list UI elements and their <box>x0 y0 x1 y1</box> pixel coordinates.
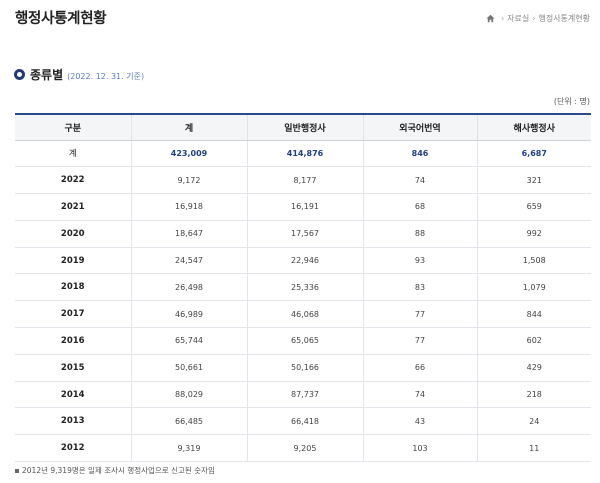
unit-label: (단위 : 명) <box>553 97 590 106</box>
table-cell: 844 <box>476 300 591 329</box>
footnote: 2012년 9,319명은 일제 조사시 행정사업으로 신고된 숫자임 <box>15 465 215 476</box>
table-cell: 2019 <box>15 247 131 275</box>
column-header-translation: 외국어번역 <box>362 113 477 141</box>
table-cell: 992 <box>476 220 591 248</box>
table-cell: 2017 <box>15 300 131 329</box>
table-cell: 2018 <box>15 273 131 302</box>
square-bullet-icon <box>15 468 19 473</box>
chevron-right-icon: › <box>500 14 505 23</box>
breadcrumb: › 자료실 › 행정사통계현황 <box>486 13 590 24</box>
table-cell: 77 <box>362 300 477 329</box>
table-cell: 1,508 <box>476 247 591 275</box>
column-header-maritime: 해사행정사 <box>476 113 591 141</box>
stats-table: 구분 계 일반행정사 외국어번역 해사행정사 계 423,009 414,876… <box>15 113 591 463</box>
table-row: 2013 66,485 66,418 43 24 <box>15 407 591 436</box>
table-cell: 46,068 <box>246 300 363 329</box>
table-cell: 2021 <box>15 193 131 221</box>
table-row: 2015 50,661 50,166 66 429 <box>15 354 591 382</box>
table-cell: 2013 <box>15 407 131 436</box>
table-cell: 22,946 <box>246 247 363 275</box>
table-cell: 103 <box>362 434 477 463</box>
table-cell: 66,418 <box>246 407 363 436</box>
column-header-total: 계 <box>130 113 247 141</box>
table-cell: 2014 <box>15 381 131 409</box>
table-cell: 74 <box>362 166 477 195</box>
table-cell: 2020 <box>15 220 131 248</box>
column-header-category: 구분 <box>15 113 131 141</box>
table-cell: 74 <box>362 381 477 409</box>
table-cell: 24 <box>476 407 591 436</box>
table-cell: 9,319 <box>130 434 247 463</box>
section-date: (2022. 12. 31. 기준) <box>67 72 145 81</box>
table-cell: 18,647 <box>130 220 247 248</box>
table-cell: 2016 <box>15 327 131 355</box>
ring-bullet-icon <box>14 69 25 80</box>
table-cell: 2012 <box>15 434 131 463</box>
table-cell: 43 <box>362 407 477 436</box>
table-row: 2017 46,989 46,068 77 844 <box>15 300 591 329</box>
table-cell: 88,029 <box>130 381 247 409</box>
table-cell: 17,567 <box>246 220 363 248</box>
table-cell: 8,177 <box>246 166 363 195</box>
table-cell: 2022 <box>15 166 131 195</box>
table-row: 2012 9,319 9,205 103 11 <box>15 434 591 463</box>
section-title: 종류별 <box>30 68 64 82</box>
table-row: 2019 24,547 22,946 93 1,508 <box>15 247 591 275</box>
home-icon[interactable] <box>486 14 495 23</box>
table-cell: 87,737 <box>246 381 363 409</box>
table-cell: 321 <box>476 166 591 195</box>
table-cell: 414,876 <box>246 140 363 168</box>
table-cell: 83 <box>362 273 477 302</box>
table-cell: 50,661 <box>130 354 247 382</box>
column-header-general: 일반행정사 <box>246 113 363 141</box>
table-cell: 9,205 <box>246 434 363 463</box>
table-row: 2022 9,172 8,177 74 321 <box>15 166 591 195</box>
table-cell: 77 <box>362 327 477 355</box>
table-row: 2021 16,918 16,191 68 659 <box>15 193 591 221</box>
table-cell: 25,336 <box>246 273 363 302</box>
table-cell: 26,498 <box>130 273 247 302</box>
table-cell: 846 <box>362 140 477 168</box>
table-cell: 423,009 <box>130 140 247 168</box>
table-row-total: 계 423,009 414,876 846 6,687 <box>15 140 591 168</box>
breadcrumb-item-current: 행정사통계현황 <box>538 14 590 23</box>
chevron-right-icon: › <box>532 14 536 23</box>
table-header-row: 구분 계 일반행정사 외국어번역 해사행정사 <box>15 113 591 141</box>
table-cell: 65,065 <box>246 327 363 355</box>
table-cell: 9,172 <box>130 166 247 195</box>
page-header: 행정사통계현황 › 자료실 › 행정사통계현황 <box>15 6 590 30</box>
table-cell: 11 <box>476 434 591 463</box>
table-cell: 602 <box>476 327 591 355</box>
table-cell: 계 <box>15 140 131 168</box>
table-row: 2016 65,744 65,065 77 602 <box>15 327 591 355</box>
table-cell: 66 <box>362 354 477 382</box>
table-cell: 16,191 <box>246 193 363 221</box>
table-cell: 6,687 <box>476 140 591 168</box>
page-title: 행정사통계현황 <box>15 11 107 27</box>
footnote-text: 2012년 9,319명은 일제 조사시 행정사업으로 신고된 숫자임 <box>22 466 215 475</box>
table-cell: 1,079 <box>476 273 591 302</box>
table-row: 2014 88,029 87,737 74 218 <box>15 381 591 409</box>
table-row: 2020 18,647 17,567 88 992 <box>15 220 591 248</box>
table-cell: 2015 <box>15 354 131 382</box>
table-cell: 65,744 <box>130 327 247 355</box>
section-heading: 종류별 (2022. 12. 31. 기준) <box>14 66 144 83</box>
table-row: 2018 26,498 25,336 83 1,079 <box>15 273 591 302</box>
table-cell: 24,547 <box>130 247 247 275</box>
table-cell: 659 <box>476 193 591 221</box>
table-cell: 218 <box>476 381 591 409</box>
table-cell: 46,989 <box>130 300 247 329</box>
table-cell: 16,918 <box>130 193 247 221</box>
table-cell: 50,166 <box>246 354 363 382</box>
table-cell: 66,485 <box>130 407 247 436</box>
table-body: 계 423,009 414,876 846 6,687 2022 9,172 8… <box>15 140 591 463</box>
table-cell: 429 <box>476 354 591 382</box>
table-cell: 68 <box>362 193 477 221</box>
table-cell: 88 <box>362 220 477 248</box>
breadcrumb-item-archive[interactable]: 자료실 <box>507 13 529 24</box>
table-cell: 93 <box>362 247 477 275</box>
